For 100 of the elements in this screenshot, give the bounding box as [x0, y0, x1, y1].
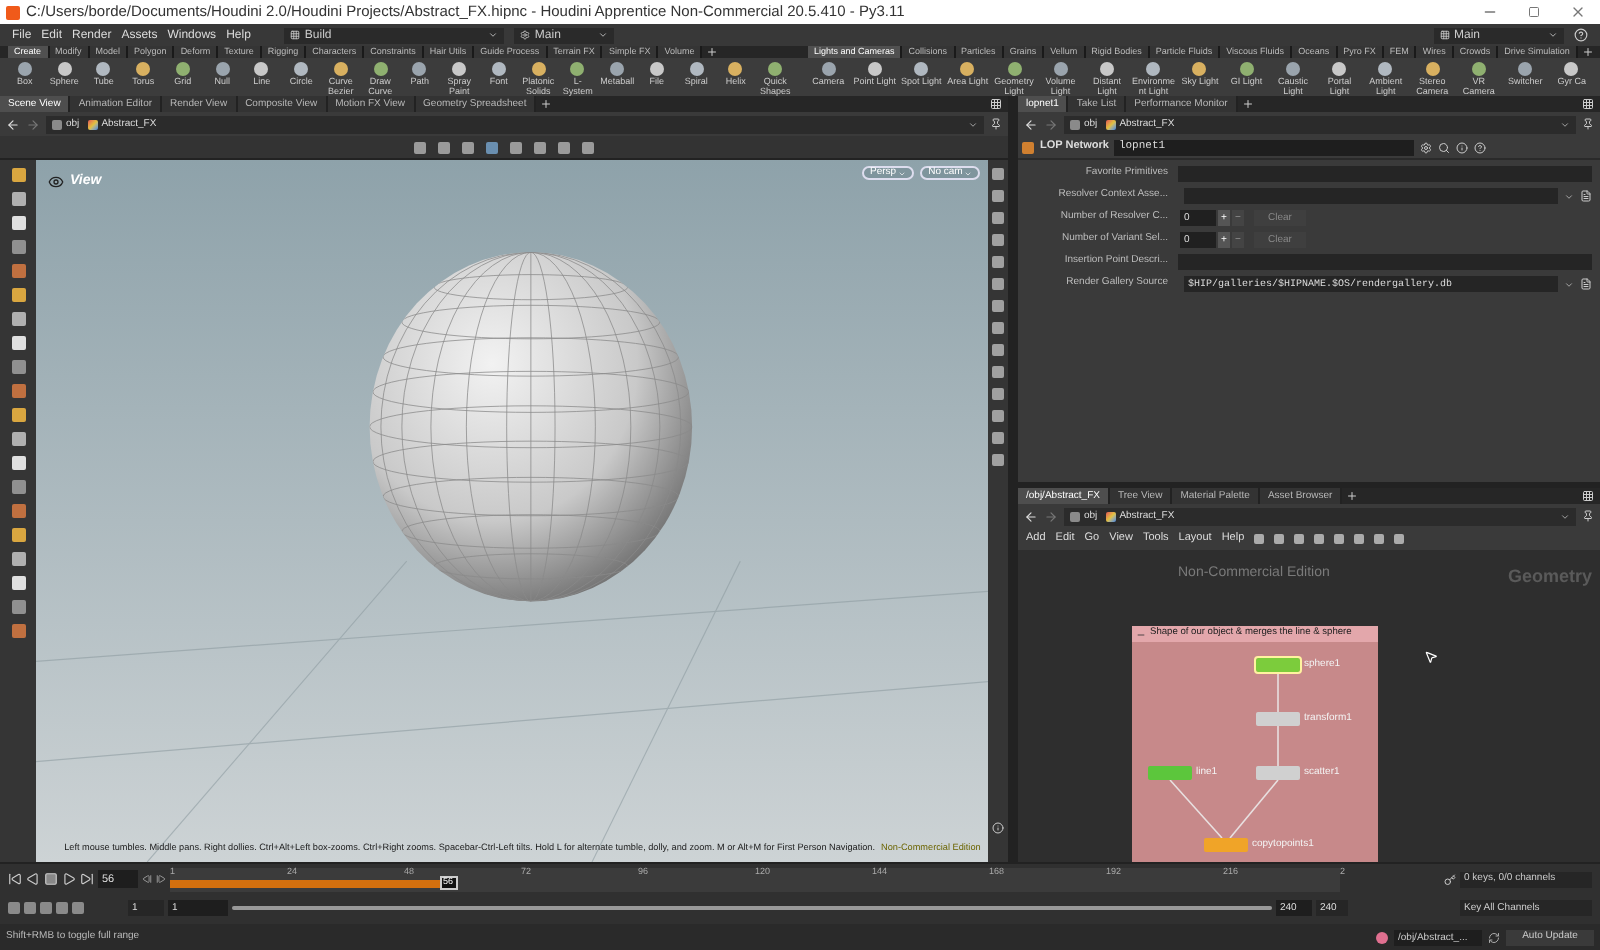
last-frame-icon[interactable] — [80, 872, 94, 886]
search-icon[interactable] — [1438, 141, 1451, 153]
tool-icon — [333, 62, 348, 76]
tool-icon — [768, 62, 783, 76]
tool-icon — [1146, 62, 1161, 76]
add-tab-icon[interactable] — [1581, 46, 1594, 58]
tool-icon — [175, 62, 190, 76]
dropdown-caret-icon[interactable] — [1560, 119, 1570, 129]
help-icon[interactable] — [1574, 28, 1588, 42]
dropdown-caret-icon[interactable] — [1564, 279, 1574, 289]
add-tab-icon[interactable] — [1241, 98, 1254, 110]
file-chooser-icon[interactable] — [1580, 278, 1592, 290]
tool-icon — [728, 62, 743, 76]
dropdown-caret-icon[interactable] — [968, 119, 979, 129]
gear-icon[interactable] — [1420, 141, 1433, 153]
first-frame-icon[interactable] — [8, 872, 22, 886]
tool-icon — [689, 62, 704, 76]
tool-icon — [294, 62, 309, 76]
node-wire — [1277, 725, 1279, 767]
layout-icon — [290, 30, 301, 40]
tool-icon — [610, 62, 625, 76]
tool-icon — [412, 62, 427, 76]
add-tab-icon[interactable] — [540, 98, 553, 110]
file-chooser-icon[interactable] — [1580, 190, 1592, 202]
pin-icon[interactable] — [1582, 510, 1594, 522]
tool-icon — [1007, 62, 1022, 76]
info-icon[interactable] — [992, 822, 1005, 834]
tool-icon — [254, 62, 269, 76]
node[interactable] — [1256, 712, 1300, 726]
tool-icon — [1053, 62, 1068, 76]
layout-icon — [1440, 30, 1450, 40]
back-icon[interactable] — [1024, 509, 1038, 523]
forward-icon[interactable] — [1044, 509, 1058, 523]
tool-icon — [57, 62, 72, 76]
node-wire — [1229, 779, 1279, 839]
node-icon — [1105, 511, 1116, 521]
dropdown-caret-icon[interactable] — [1564, 191, 1574, 201]
forward-icon[interactable] — [26, 117, 40, 131]
stop-icon[interactable] — [44, 872, 58, 886]
node-icon — [1105, 119, 1116, 129]
step-back-icon[interactable] — [142, 874, 152, 884]
tool-icon — [215, 62, 230, 76]
tool-icon — [960, 62, 975, 76]
tool-icon — [570, 62, 585, 76]
pane-menu-icon[interactable] — [1582, 490, 1594, 502]
pane-menu-icon[interactable] — [1582, 98, 1594, 110]
step-forward-icon[interactable] — [156, 874, 166, 884]
tool-icon — [1192, 62, 1207, 76]
dropdown-caret-icon — [598, 30, 609, 40]
tool-icon — [1100, 62, 1115, 76]
back-icon[interactable] — [6, 117, 20, 131]
forward-icon[interactable] — [1044, 117, 1058, 131]
tool-icon — [531, 62, 546, 76]
app-logo-icon — [6, 5, 20, 19]
pane-menu-icon[interactable] — [990, 98, 1003, 110]
node[interactable] — [1256, 658, 1300, 672]
tool-icon — [1239, 62, 1254, 76]
folder-icon — [52, 119, 62, 129]
pin-icon[interactable] — [990, 118, 1003, 130]
node-wire — [1169, 779, 1223, 839]
dropdown-caret-icon[interactable] — [1560, 511, 1570, 521]
view-icon — [48, 174, 64, 191]
cursor-icon — [1424, 650, 1438, 664]
tool-icon — [1471, 62, 1486, 76]
node-type-icon — [1022, 141, 1034, 153]
tool-icon — [17, 62, 32, 76]
gear-icon — [520, 30, 531, 40]
close-icon[interactable] — [1570, 4, 1586, 20]
play-reverse-icon[interactable] — [26, 872, 40, 886]
node[interactable] — [1256, 766, 1300, 780]
play-icon[interactable] — [62, 872, 76, 886]
tool-icon — [491, 62, 506, 76]
tool-icon — [914, 62, 929, 76]
node[interactable] — [1148, 766, 1192, 780]
tool-icon — [373, 62, 388, 76]
key-icon[interactable] — [1444, 873, 1456, 885]
node[interactable] — [1204, 838, 1248, 852]
pin-icon[interactable] — [1582, 118, 1594, 130]
tool-icon — [96, 62, 111, 76]
info-icon[interactable] — [1456, 141, 1469, 153]
dropdown-caret-icon — [1548, 30, 1558, 40]
tool-icon — [1425, 62, 1440, 76]
tool-icon — [821, 62, 836, 76]
help-icon[interactable] — [1474, 141, 1487, 153]
tool-icon — [452, 62, 467, 76]
add-tab-icon[interactable] — [1346, 490, 1359, 502]
tool-icon — [136, 62, 151, 76]
node-icon — [87, 119, 98, 129]
tool-icon — [1285, 62, 1300, 76]
tool-icon — [867, 62, 882, 76]
folder-icon — [1070, 119, 1080, 129]
dropdown-caret-icon — [488, 30, 499, 40]
node-wire — [1277, 671, 1279, 713]
tool-icon — [1518, 62, 1533, 76]
maximize-icon[interactable] — [1528, 6, 1540, 18]
tool-icon — [1332, 62, 1347, 76]
add-tab-icon[interactable] — [706, 46, 719, 58]
status-icon — [1376, 931, 1388, 943]
refresh-icon[interactable] — [1488, 931, 1500, 943]
back-icon[interactable] — [1024, 117, 1038, 131]
